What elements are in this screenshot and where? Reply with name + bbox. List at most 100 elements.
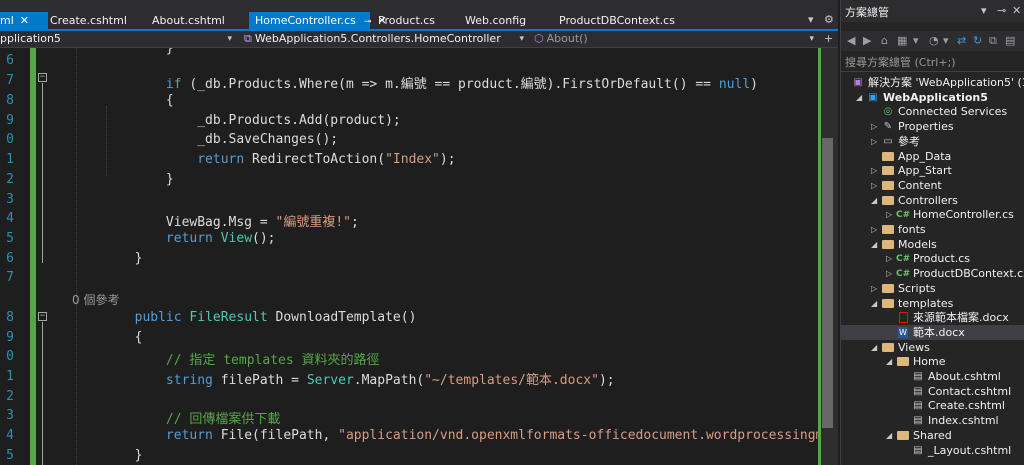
collapsed-arrow-icon[interactable]: ▷ [871, 163, 881, 178]
pending-changes-icon[interactable]: ◔ [929, 34, 939, 47]
close-icon[interactable]: ✕ [1012, 4, 1021, 17]
change-overview-mark [818, 48, 821, 465]
line-number: 2 [6, 389, 14, 404]
code-line: } [72, 172, 174, 187]
tree-item[interactable]: ◢ Views [841, 340, 1024, 355]
code-line: _db.Products.Add(product); [72, 113, 401, 128]
tree-item[interactable]: ▷ C# Product.cs [841, 251, 1024, 266]
tree-item-label: About.cshtml [928, 370, 1001, 383]
expanded-arrow-icon[interactable]: ◢ [856, 90, 866, 105]
project-dropdown[interactable]: pplication5 ▾ [0, 31, 236, 47]
tree-item-label: Content [898, 178, 942, 192]
tree-item[interactable]: ▷ Content [841, 178, 1024, 193]
tab-productdbcontext-cs[interactable]: ProductDBContext.cs [553, 12, 675, 29]
solution-explorer-search[interactable]: 搜尋方案總管 (Ctrl+;) [845, 55, 1024, 71]
collapsed-arrow-icon[interactable]: ▷ [871, 119, 881, 134]
code-editor[interactable]: − − 6 7 8 9 0 1 2 3 4 5 6 7 8 9 0 1 2 3 … [0, 48, 818, 465]
tree-item[interactable]: W 範本.docx [841, 324, 1024, 340]
home-icon[interactable]: ⌂ [881, 34, 888, 47]
tab-about-cshtml[interactable]: About.cshtml [146, 12, 225, 29]
code-line: { [72, 93, 174, 108]
expanded-arrow-icon[interactable]: ◢ [871, 340, 881, 355]
expanded-arrow-icon[interactable]: ◢ [871, 193, 881, 208]
tree-item[interactable]: ▣ 解決方案 'WebApplication5' (1 個 [841, 75, 1024, 90]
tree-item[interactable]: ▤ Contact.cshtml [841, 384, 1024, 399]
code-line: return File(filePath, "application/vnd.o… [165, 428, 818, 443]
tree-item[interactable]: ◢ Controllers [841, 193, 1024, 208]
expanded-arrow-icon[interactable]: ◢ [871, 237, 881, 252]
sync-icon[interactable]: ⇄ [957, 34, 966, 47]
tree-item[interactable]: 來源範本檔案.docx [841, 310, 1024, 325]
tree-item-label: 範本.docx [913, 325, 965, 339]
switch-views-icon[interactable]: ▦ [897, 34, 907, 47]
collapse-all-icon[interactable]: ⧉ [989, 34, 997, 48]
tab-list-dropdown-icon[interactable]: ▾ [808, 13, 814, 26]
refresh-icon[interactable]: ↻ [973, 34, 982, 47]
close-icon[interactable]: ✕ [20, 14, 29, 27]
tree-item[interactable]: ▤ About.cshtml [841, 369, 1024, 384]
tree-item[interactable]: ◎ Connected Services [841, 104, 1024, 119]
cshtml-file-icon: ▤ [913, 371, 923, 382]
tree-item[interactable]: ◢ Home [841, 354, 1024, 369]
show-all-files-icon[interactable]: ▤ [1005, 34, 1015, 47]
chevron-down-icon[interactable]: ▾ [981, 4, 987, 17]
collapsed-arrow-icon[interactable]: ▷ [871, 222, 881, 237]
tab-product-cs[interactable]: Product.cs [372, 12, 435, 29]
tree-item[interactable]: ▤ Index.cshtml [841, 413, 1024, 428]
csharp-file-icon: C# [896, 210, 911, 221]
fold-toggle-icon[interactable]: − [38, 312, 47, 321]
scrollbar-thumb[interactable] [822, 138, 833, 428]
tree-item[interactable]: ◢ Shared [841, 428, 1024, 443]
tree-item[interactable]: ▷ ▭ 參考 [841, 134, 1024, 149]
chevron-down-icon[interactable]: ▾ [943, 34, 949, 47]
tree-item[interactable]: ▷ fonts [841, 222, 1024, 237]
tree-item[interactable]: ▷ Scripts [841, 281, 1024, 296]
code-line: if (_db.Products.Where(m => m.編號 == prod… [165, 77, 758, 92]
tree-item-label: Create.cshtml [928, 399, 1005, 413]
tree-item[interactable]: ▷ C# ProductDBContext.cs [841, 266, 1024, 281]
chevron-down-icon[interactable]: ▾ [913, 34, 919, 47]
split-editor-icon[interactable]: + [824, 32, 833, 45]
tree-item-label: 來源範本檔案.docx [913, 311, 1009, 325]
tree-item[interactable]: ▷ ✎ Properties [841, 119, 1024, 134]
tree-item[interactable]: ▤ _Layout.cshtml [841, 443, 1024, 458]
tab-homecontroller-cs[interactable]: HomeController.cs ⊸ ✕ [249, 12, 387, 29]
collapsed-arrow-icon[interactable]: ▷ [886, 251, 896, 266]
code-line: _db.SaveChanges(); [72, 132, 339, 147]
collapsed-arrow-icon[interactable]: ▷ [886, 207, 896, 222]
back-icon[interactable]: ◀ [847, 34, 855, 47]
collapsed-arrow-icon[interactable]: ▷ [871, 178, 881, 193]
fold-toggle-icon[interactable]: − [38, 73, 47, 82]
code-line: ViewBag.Msg = "編號重複!"; [72, 215, 359, 230]
gear-icon[interactable]: ⚙ [824, 13, 834, 26]
tree-item[interactable]: ▤ Create.cshtml [841, 398, 1024, 413]
collapsed-arrow-icon[interactable]: ▷ [871, 134, 881, 149]
tree-item[interactable]: ◢ ▣ WebApplication5 [841, 90, 1024, 105]
expanded-arrow-icon[interactable]: ◢ [886, 354, 896, 369]
tab-web-config[interactable]: Web.config [459, 12, 526, 29]
tree-item-label: Controllers [898, 193, 958, 207]
search-placeholder: 搜尋方案總管 (Ctrl+;) [845, 56, 956, 69]
tree-item[interactable]: ◢ templates [841, 296, 1024, 311]
tab-create-cshtml[interactable]: Create.cshtml [44, 12, 127, 29]
tree-item[interactable]: ◢ Models [841, 237, 1024, 252]
forward-icon[interactable]: ▶ [863, 34, 871, 47]
collapsed-arrow-icon[interactable]: ▷ [886, 266, 896, 281]
expanded-arrow-icon[interactable]: ◢ [886, 428, 896, 443]
expanded-arrow-icon[interactable]: ◢ [871, 296, 881, 311]
collapsed-arrow-icon[interactable]: ▷ [871, 281, 881, 296]
codelens-reference-count[interactable]: 0 個參考 [72, 291, 119, 308]
class-dropdown[interactable]: ⧉ WebApplication5.Controllers.HomeControl… [244, 31, 528, 47]
member-dropdown[interactable]: ⬡ About() ▾ [534, 31, 818, 47]
tree-item[interactable]: ▷ App_Start [841, 163, 1024, 178]
solution-explorer-titlebar: 方案總管 ▾ ⊸ ✕ [841, 0, 1024, 22]
tab-pinned[interactable]: ml ✕ [0, 12, 48, 29]
tab-label: Web.config [465, 14, 527, 27]
pin-icon[interactable]: ⊸ [364, 17, 372, 27]
tree-item-label: Views [898, 340, 930, 354]
tree-item[interactable]: App_Data [841, 149, 1024, 164]
tree-item[interactable]: ▷ C# HomeController.cs [841, 207, 1024, 222]
editor-vertical-scrollbar[interactable] [818, 48, 838, 465]
pin-icon[interactable]: ⊸ [997, 4, 1006, 17]
cshtml-file-icon: ▤ [913, 444, 923, 456]
